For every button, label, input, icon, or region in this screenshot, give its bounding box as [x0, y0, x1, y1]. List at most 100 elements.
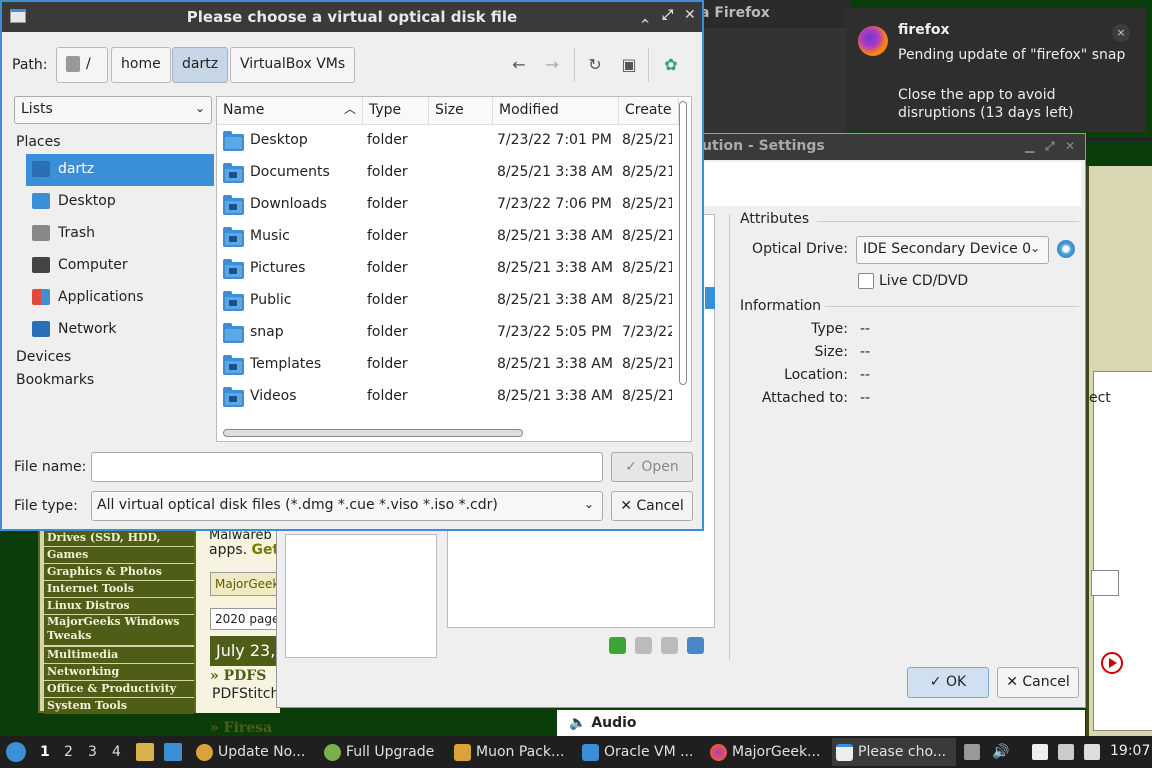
maximize-icon[interactable]: ⤢ — [662, 7, 673, 23]
majorgeeks-category-link[interactable]: MajorGeeks Windows Tweaks — [44, 615, 194, 645]
clock[interactable]: 19:07 — [1110, 743, 1150, 759]
open-button[interactable]: ✓ Open — [611, 452, 693, 482]
close-icon[interactable]: × — [1112, 24, 1130, 42]
network-status-icon[interactable] — [1058, 744, 1074, 760]
file-manager-icon[interactable] — [136, 743, 154, 761]
file-row[interactable]: Videos folder 8/25/21 3:38 AM 8/25/21 — [217, 382, 679, 414]
majorgeeks-category-link[interactable]: Games — [44, 547, 194, 563]
remove-disk-icon[interactable] — [687, 637, 704, 654]
audio-section-header[interactable]: 🔈 Audio — [557, 710, 1085, 736]
webpage-heading-pdfs[interactable]: » PDFS — [210, 668, 266, 684]
crumb-root[interactable]: / — [56, 47, 108, 83]
show-desktop-icon[interactable] — [164, 743, 182, 761]
task-majorgeeks-firefox[interactable]: MajorGeek... — [706, 738, 830, 766]
column-header-type[interactable]: Type — [363, 97, 429, 125]
majorgeeks-category-link[interactable]: Multimedia — [44, 647, 194, 663]
file-type-select[interactable]: All virtual optical disk files (*.dmg *.… — [91, 491, 603, 521]
file-row[interactable]: Templates folder 8/25/21 3:38 AM 8/25/21 — [217, 350, 679, 382]
close-icon[interactable]: ✕ — [684, 7, 696, 23]
majorgeeks-category-link[interactable]: Office & Productivity — [44, 681, 194, 697]
file-row[interactable]: Desktop folder 7/23/22 7:01 PM 8/25/21 — [217, 126, 679, 158]
back-arrow-icon[interactable]: ← — [506, 52, 532, 78]
toolbar-separator — [648, 48, 649, 82]
devices-heading[interactable]: Devices — [16, 349, 71, 365]
minimize-icon[interactable]: ‸ — [640, 7, 650, 23]
maximize-icon[interactable]: ⤢ — [1045, 139, 1055, 154]
file-row[interactable]: Downloads folder 7/23/22 7:06 PM 8/25/21 — [217, 190, 679, 222]
settings-gear-icon[interactable]: ✿ — [658, 52, 684, 78]
webpage-link-box[interactable]: MajorGeek — [210, 572, 280, 596]
file-row[interactable]: Public folder 8/25/21 3:38 AM 8/25/21 — [217, 286, 679, 318]
drive-icon — [66, 56, 80, 72]
settings-ok-button[interactable]: ✓ OK — [907, 667, 989, 698]
majorgeeks-category-link[interactable]: Graphics & Photos — [44, 564, 194, 580]
live-cd-label[interactable]: Live CD/DVD — [879, 273, 968, 289]
crumb-home[interactable]: home — [111, 47, 171, 83]
place-desktop[interactable]: Desktop — [26, 186, 214, 218]
task-muon-package-manager[interactable]: Muon Pack... — [450, 738, 574, 766]
forward-arrow-icon[interactable]: → — [539, 52, 565, 78]
desktop-icon — [32, 193, 50, 209]
horizontal-scrollbar[interactable] — [223, 429, 523, 437]
live-cd-checkbox[interactable] — [858, 273, 874, 289]
vertical-scrollbar[interactable] — [679, 101, 687, 385]
column-header-created[interactable]: Create — [619, 97, 679, 125]
youtube-icon[interactable] — [1101, 652, 1123, 674]
settings-category-list[interactable] — [285, 534, 437, 658]
optical-drive-select[interactable]: IDE Secondary Device 0 ⌄ — [856, 236, 1049, 264]
minimize-icon[interactable]: ▁ — [1025, 139, 1034, 153]
workspace-1[interactable]: 1 — [40, 744, 50, 760]
file-row[interactable]: snap folder 7/23/22 5:05 PM 7/23/22 — [217, 318, 679, 350]
remove-attachment-icon[interactable] — [635, 637, 652, 654]
start-menu-icon[interactable] — [6, 742, 26, 762]
system-tray-icon[interactable] — [964, 744, 980, 760]
update-notification[interactable]: firefox Pending update of "firefox" snap… — [846, 8, 1146, 132]
task-update-notifier[interactable]: Update No... — [192, 738, 316, 766]
column-header-size[interactable]: Size — [429, 97, 493, 125]
chooser-titlebar[interactable]: Please choose a virtual optical disk fil… — [2, 2, 702, 32]
clipboard-icon[interactable] — [1032, 744, 1048, 760]
workspace-2[interactable]: 2 — [64, 744, 73, 760]
task-full-upgrade[interactable]: Full Upgrade — [320, 738, 444, 766]
column-header-modified[interactable]: Modified — [493, 97, 619, 125]
column-header-name[interactable]: Name ︿ — [217, 97, 363, 125]
file-row[interactable]: Documents folder 8/25/21 3:38 AM 8/25/21 — [217, 158, 679, 190]
sidebar-view-combo[interactable]: Lists ⌄ — [14, 96, 212, 124]
workspace-3[interactable]: 3 — [88, 744, 97, 760]
place-network[interactable]: Network — [26, 314, 214, 346]
task-please-choose[interactable]: Please cho... — [832, 738, 956, 766]
add-attachment-icon[interactable] — [609, 637, 626, 654]
place-dartz[interactable]: dartz — [26, 154, 214, 186]
settings-cancel-button[interactable]: ✕ Cancel — [997, 667, 1079, 698]
file-name-input[interactable] — [91, 452, 603, 482]
majorgeeks-category-link[interactable]: System Tools — [44, 698, 194, 714]
file-row[interactable]: Pictures folder 8/25/21 3:38 AM 8/25/21 — [217, 254, 679, 286]
close-icon[interactable]: ✕ — [1065, 139, 1075, 153]
webpage-page-box[interactable]: 2020 page — [210, 608, 280, 630]
disk-icon[interactable] — [661, 637, 678, 654]
refresh-icon[interactable]: ↻ — [582, 52, 608, 78]
new-folder-icon[interactable]: ▣ — [616, 52, 642, 78]
battery-icon[interactable] — [1084, 744, 1100, 760]
majorgeeks-category-link[interactable]: Networking — [44, 664, 194, 680]
majorgeeks-category-link[interactable]: Internet Tools — [44, 581, 194, 597]
file-list[interactable]: Name ︿ Type Size Modified Create Desktop f… — [216, 96, 692, 442]
place-trash[interactable]: Trash — [26, 218, 214, 250]
place-applications[interactable]: Applications — [26, 282, 214, 314]
place-computer[interactable]: Computer — [26, 250, 214, 282]
file-row[interactable]: Music folder 8/25/21 3:38 AM 8/25/21 — [217, 222, 679, 254]
task-oracle-vm[interactable]: Oracle VM ... — [578, 738, 702, 766]
applications-icon — [32, 289, 50, 305]
webpage-heading-firesa[interactable]: » Firesa — [210, 720, 272, 736]
webpage-box — [1093, 371, 1152, 731]
majorgeeks-category-link[interactable]: Drives (SSD, HDD, USB) — [44, 530, 194, 560]
volume-icon[interactable]: 🔊 — [992, 744, 1009, 760]
workspace-4[interactable]: 4 — [112, 744, 121, 760]
crumb-virtualbox-vms[interactable]: VirtualBox VMs — [230, 47, 356, 83]
crumb-dartz[interactable]: dartz — [172, 47, 229, 83]
folder-icon — [223, 323, 244, 343]
bookmarks-heading[interactable]: Bookmarks — [16, 372, 94, 388]
optical-disk-menu-icon[interactable] — [1057, 240, 1075, 258]
majorgeeks-category-link[interactable]: Linux Distros — [44, 598, 194, 614]
cancel-button[interactable]: ✕ Cancel — [611, 491, 693, 521]
